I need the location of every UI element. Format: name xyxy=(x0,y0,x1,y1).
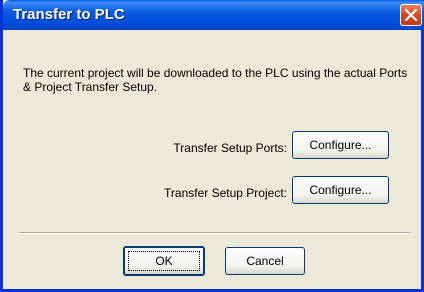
dialog-title: Transfer to PLC xyxy=(13,6,125,23)
dialog-window: Transfer to PLC The current project will… xyxy=(0,0,424,292)
cancel-button[interactable]: Cancel xyxy=(225,247,305,275)
title-bar[interactable]: Transfer to PLC xyxy=(3,0,424,30)
transfer-setup-ports-label: Transfer Setup Ports: xyxy=(173,141,287,155)
transfer-setup-project-label: Transfer Setup Project: xyxy=(164,186,287,200)
ok-button[interactable]: OK xyxy=(123,246,205,276)
focus-rectangle xyxy=(128,251,200,271)
message-text: The current project will be downloaded t… xyxy=(23,66,408,94)
close-button[interactable] xyxy=(400,4,422,26)
separator-line xyxy=(19,232,411,234)
close-x-icon xyxy=(405,9,417,21)
configure-ports-button[interactable]: Configure... xyxy=(292,131,389,159)
configure-project-button[interactable]: Configure... xyxy=(292,176,389,204)
